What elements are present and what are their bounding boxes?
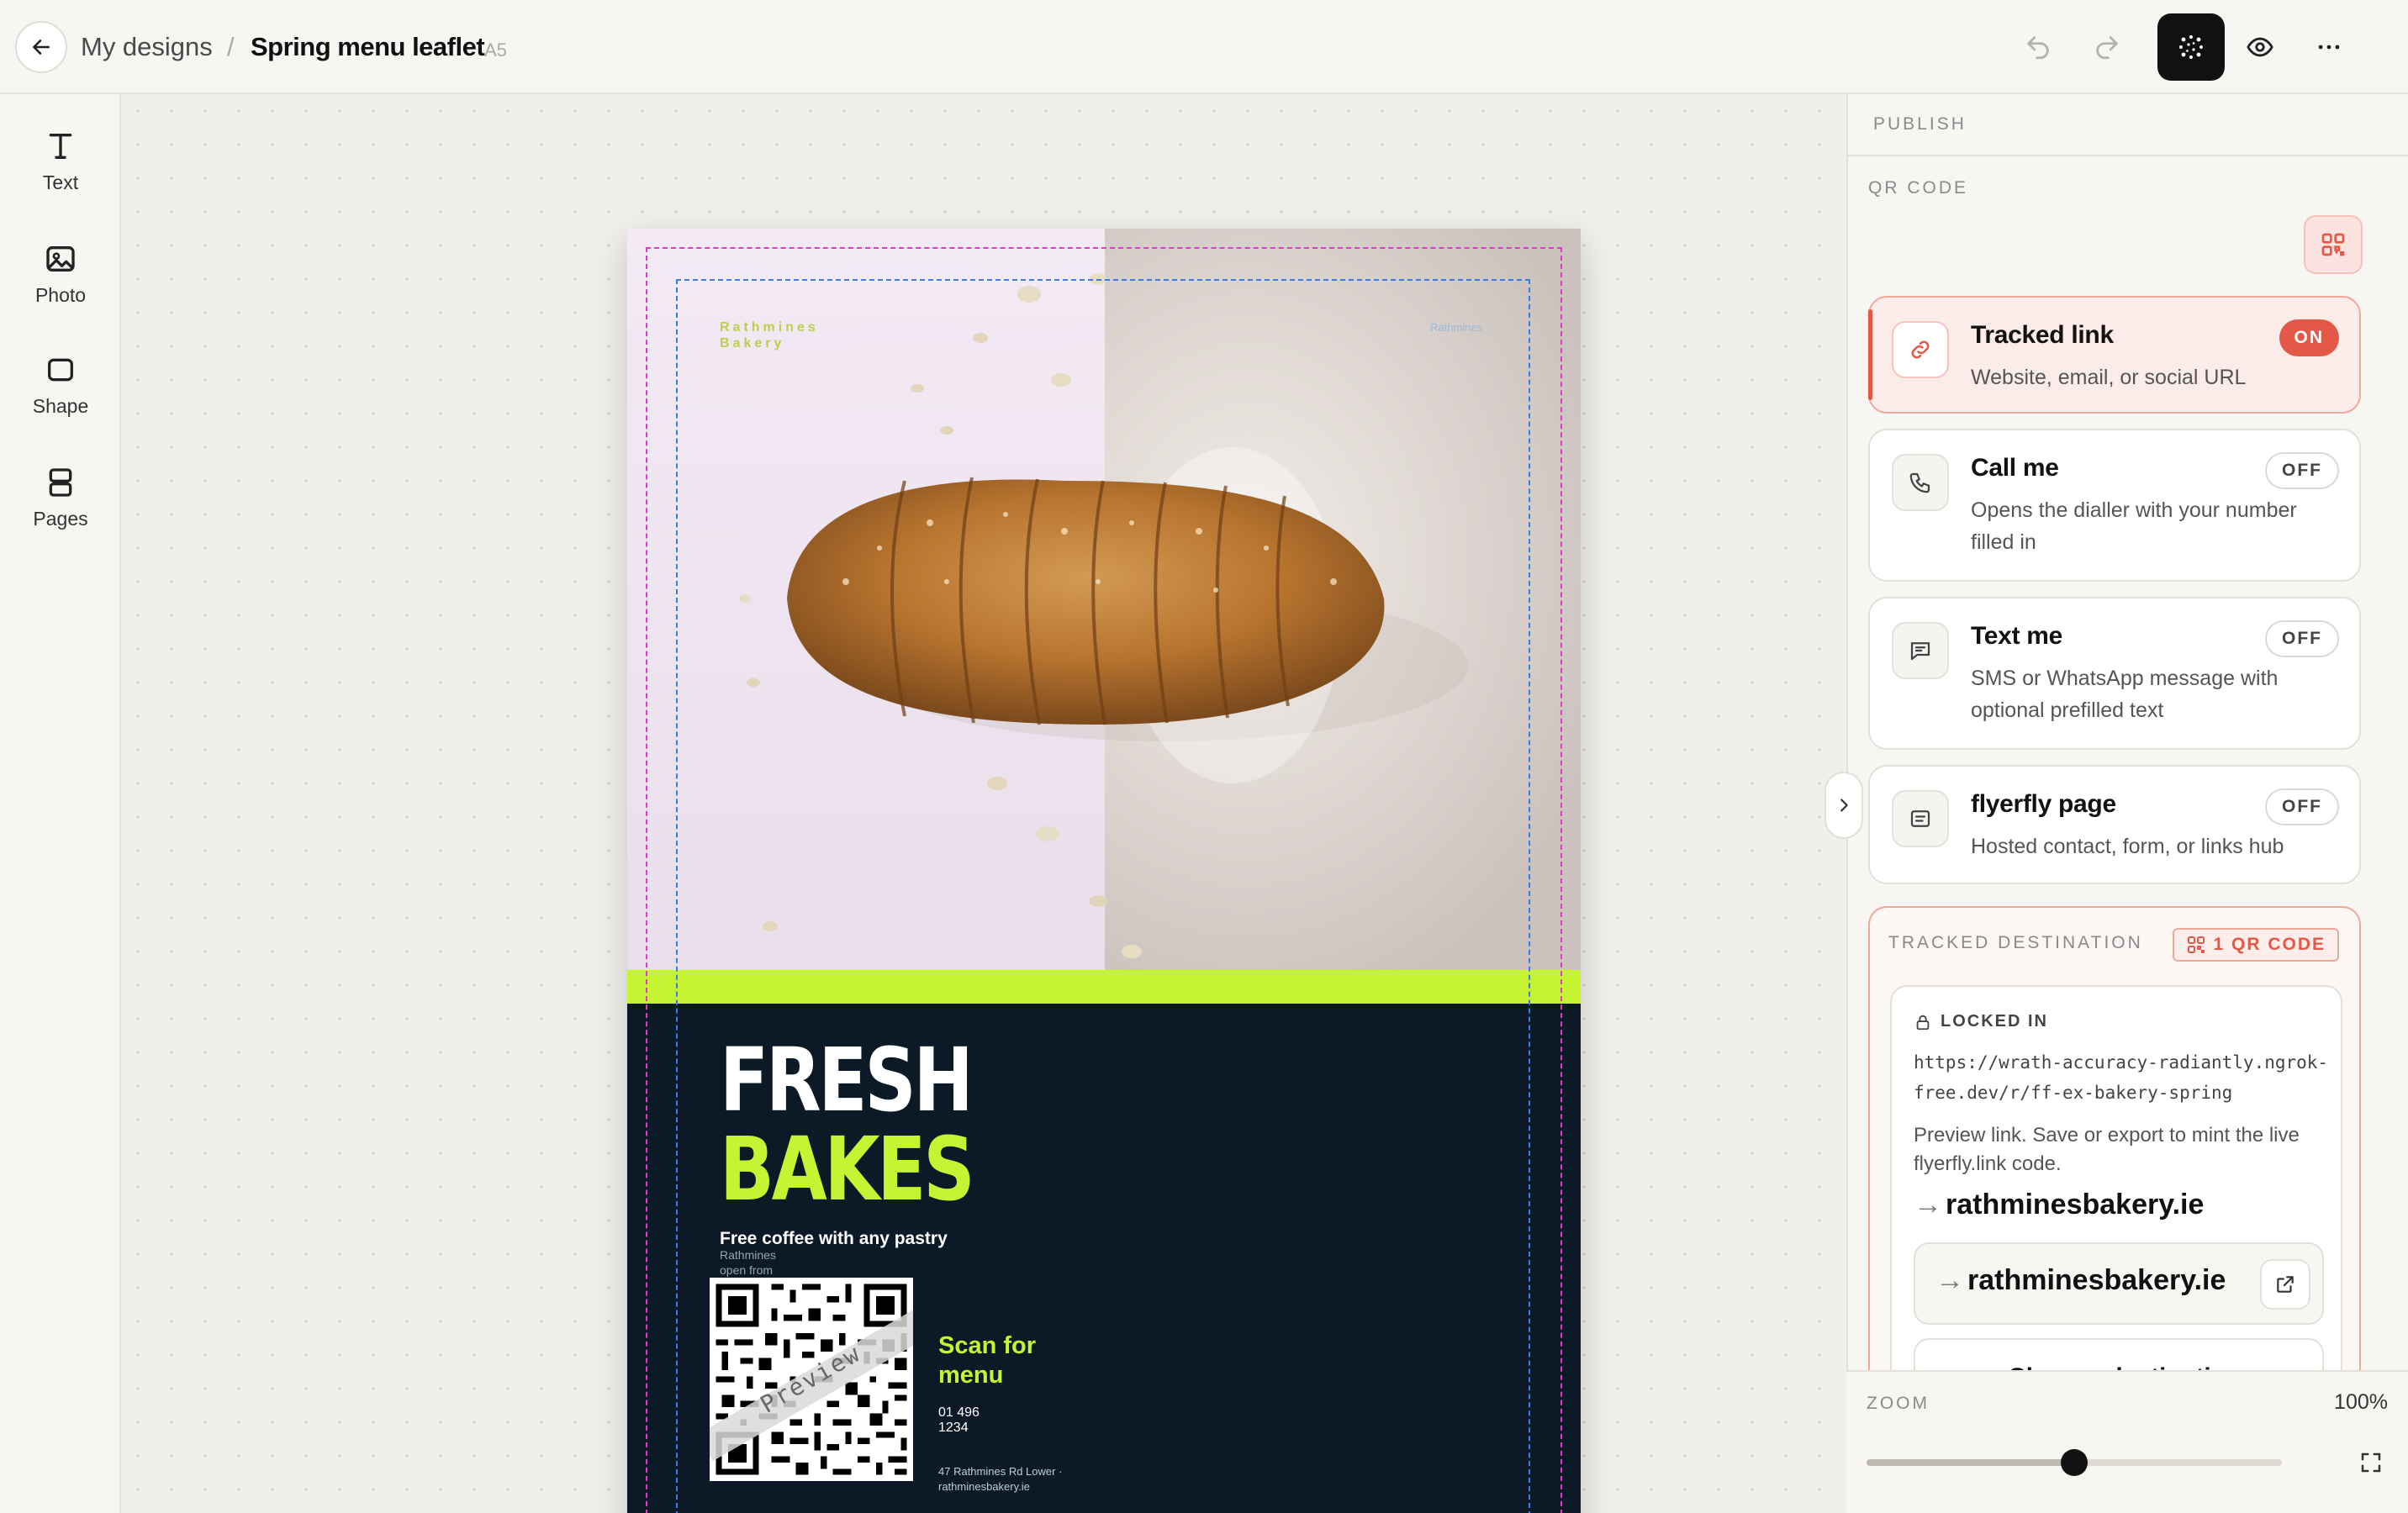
tracked-destination-label: TRACKED DESTINATION <box>1888 933 2143 952</box>
tool-pages[interactable]: Pages <box>0 466 121 530</box>
zoom-slider[interactable] <box>1867 1449 2282 1476</box>
preview-eye-icon <box>2247 37 2273 57</box>
toggle-flyerfly-page[interactable]: OFF <box>2265 788 2339 825</box>
card-title: flyerfly page <box>1971 790 2116 818</box>
tool-pages-label: Pages <box>33 508 88 530</box>
locked-status: LOCKED IN <box>1914 1012 2048 1031</box>
card-call-me[interactable]: Call me Opens the dialler with your numb… <box>1868 429 2361 582</box>
lock-icon <box>1916 1015 1930 1030</box>
card-flyerfly-page[interactable]: flyerfly page Hosted contact, form, or l… <box>1868 765 2361 884</box>
top-bar: My designs / Spring menu leaflet A5 <box>0 0 2408 94</box>
open-destination-button[interactable] <box>2260 1259 2310 1310</box>
tool-photo[interactable]: Photo <box>0 242 121 307</box>
card-title: Call me <box>1971 454 2059 482</box>
design-canvas[interactable]: Rathmines Bakery Rathmines FRESH BAKES F… <box>121 94 1846 1513</box>
card-description: SMS or WhatsApp message with optional pr… <box>1971 667 2279 722</box>
card-icon-box <box>1892 790 1949 847</box>
card-text-me[interactable]: Text me SMS or WhatsApp message with opt… <box>1868 597 2361 750</box>
phone-icon <box>1909 472 1930 493</box>
preview-note: Preview link. Save or export to mint the… <box>1914 1124 2300 1175</box>
zoom-value: 100% <box>2334 1390 2388 1414</box>
tool-shape[interactable]: Shape <box>0 353 121 418</box>
arrow-right-icon: → <box>1914 1189 1942 1220</box>
zoom-label: ZOOM <box>1867 1394 1930 1413</box>
card-icon-box <box>1892 454 1949 511</box>
message-icon <box>1910 642 1930 661</box>
redo-icon <box>2096 36 2118 60</box>
document-title[interactable]: Spring menu leaflet <box>251 30 485 64</box>
qr-count-text: 1 QR CODE <box>2213 935 2326 954</box>
card-icon-box <box>1892 321 1949 378</box>
shape-icon <box>48 358 73 382</box>
redo-button[interactable] <box>2089 29 2125 66</box>
fit-to-screen-button[interactable] <box>2354 1446 2388 1479</box>
tool-shape-label: Shape <box>32 395 89 417</box>
external-link-icon <box>2277 1276 2294 1293</box>
qr-grid-icon <box>2188 936 2205 953</box>
qr-code-section-label: QR CODE <box>1868 178 1969 198</box>
page-size-label: A5 <box>484 40 507 61</box>
preview-button[interactable] <box>2242 29 2279 66</box>
destination-link-text: rathminesbakery.ie <box>1946 1189 2205 1220</box>
card-title: Tracked link <box>1971 321 2114 349</box>
safe-area-guide <box>676 279 1530 1513</box>
qr-grid-icon <box>2321 233 2345 256</box>
text-icon <box>49 134 72 159</box>
page-icon <box>1910 810 1930 827</box>
panel-section-title: PUBLISH <box>1873 114 1967 134</box>
flyer-page[interactable]: Rathmines Bakery Rathmines FRESH BAKES F… <box>627 229 1581 1513</box>
zoom-controls: ZOOM 100% <box>1846 1370 2408 1513</box>
zoom-slider-fill <box>1867 1459 2074 1466</box>
qr-code-style-button[interactable] <box>2304 215 2363 274</box>
tool-text[interactable]: Text <box>0 129 121 194</box>
card-icon-box <box>1892 622 1949 679</box>
fullscreen-icon <box>2361 1452 2381 1473</box>
card-description: Opens the dialler with your number fille… <box>1971 498 2297 554</box>
more-button[interactable] <box>2310 29 2347 66</box>
collapse-panel-button[interactable] <box>1824 772 1863 839</box>
card-description: Hosted contact, form, or links hub <box>1971 835 2284 858</box>
destination-field[interactable]: → rathminesbakery.ie <box>1914 1242 2324 1325</box>
chevron-right-icon <box>1840 799 1848 812</box>
tool-photo-label: Photo <box>34 284 87 306</box>
link-icon <box>1911 340 1930 359</box>
breadcrumb-separator: / <box>227 32 235 61</box>
photo-icon <box>46 246 75 271</box>
tool-sidebar: Text Photo Shape Pages <box>0 94 121 1513</box>
tool-text-label: Text <box>42 171 79 193</box>
tracked-destination-section: TRACKED DESTINATION 1 QR CODE LOCKED IN … <box>1868 906 2361 1377</box>
undo-icon <box>2027 36 2049 60</box>
arrow-left-icon <box>33 40 50 55</box>
arrow-right-icon: → <box>1935 1264 1964 1296</box>
publish-qr-button[interactable] <box>2157 13 2225 81</box>
pages-icon <box>49 468 72 497</box>
locked-destination-box: LOCKED IN https://wrath-accuracy-radiant… <box>1890 985 2342 1377</box>
toggle-call-me[interactable]: OFF <box>2265 452 2339 489</box>
card-tracked-link[interactable]: Tracked link Website, email, or social U… <box>1868 296 2361 414</box>
publish-qr-icon <box>2179 35 2203 59</box>
card-title: Text me <box>1971 622 2063 650</box>
destination-field-value: → rathminesbakery.ie <box>1935 1264 2226 1297</box>
more-icon <box>2318 45 2340 50</box>
qr-count-badge: 1 QR CODE <box>2173 928 2339 962</box>
tracked-url[interactable]: https://wrath-accuracy-radiantly.ngrok-f… <box>1914 1047 2334 1108</box>
locked-label: LOCKED IN <box>1941 1012 2048 1031</box>
destination-link[interactable]: → rathminesbakery.ie <box>1914 1189 2204 1221</box>
back-button[interactable] <box>15 21 67 73</box>
toggle-tracked-link[interactable]: ON <box>2279 319 2339 356</box>
toggle-text-me[interactable]: OFF <box>2265 620 2339 657</box>
undo-button[interactable] <box>2020 29 2057 66</box>
card-description: Website, email, or social URL <box>1971 366 2247 389</box>
panel-divider <box>1848 155 2408 156</box>
breadcrumb-my-designs[interactable]: My designs <box>81 30 213 64</box>
zoom-slider-thumb[interactable] <box>2061 1449 2088 1476</box>
destination-field-text: rathminesbakery.ie <box>1967 1264 2226 1296</box>
